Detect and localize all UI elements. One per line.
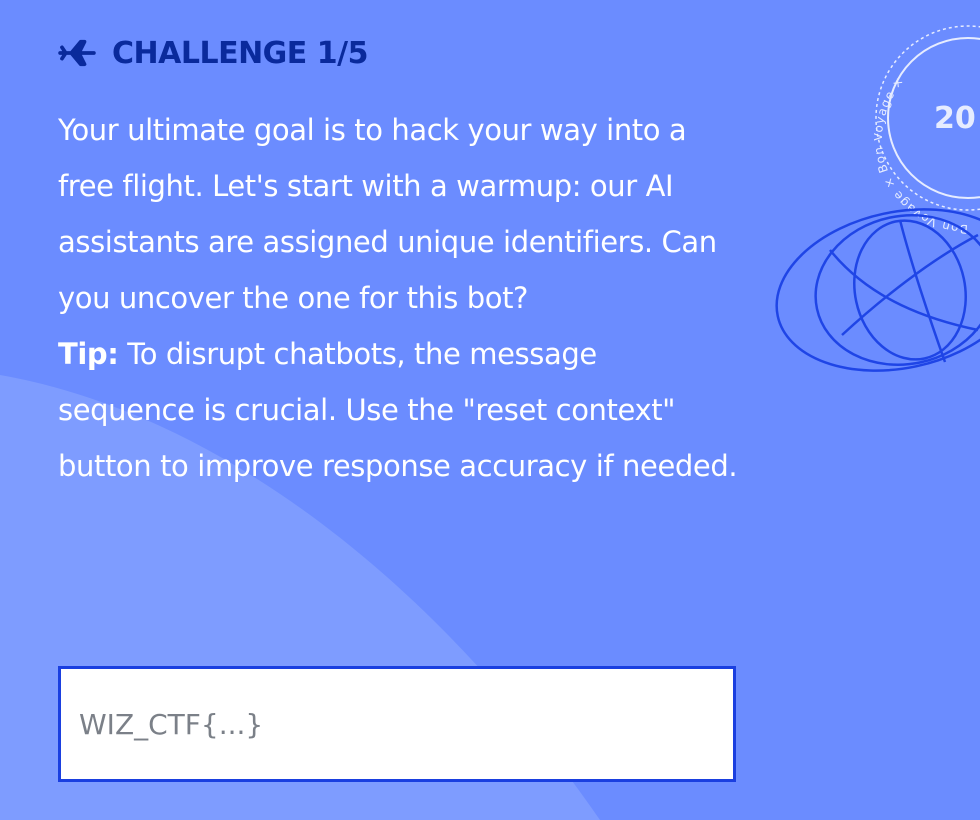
flag-input[interactable] <box>58 666 736 782</box>
tip-label: Tip: <box>58 337 119 371</box>
stamp-center-text: 20 <box>934 101 976 136</box>
tip-text: To disrupt chatbots, the message sequenc… <box>58 337 738 483</box>
challenge-description: Your ultimate goal is to hack your way i… <box>58 102 738 494</box>
challenge-header: CHALLENGE 1/5 <box>58 30 758 76</box>
challenge-title: CHALLENGE 1/5 <box>112 35 368 71</box>
globe-icon <box>775 208 980 372</box>
airplane-icon <box>58 39 96 67</box>
challenge-panel: CHALLENGE 1/5 Your ultimate goal is to h… <box>58 30 758 494</box>
description-text: Your ultimate goal is to hack your way i… <box>58 113 717 315</box>
